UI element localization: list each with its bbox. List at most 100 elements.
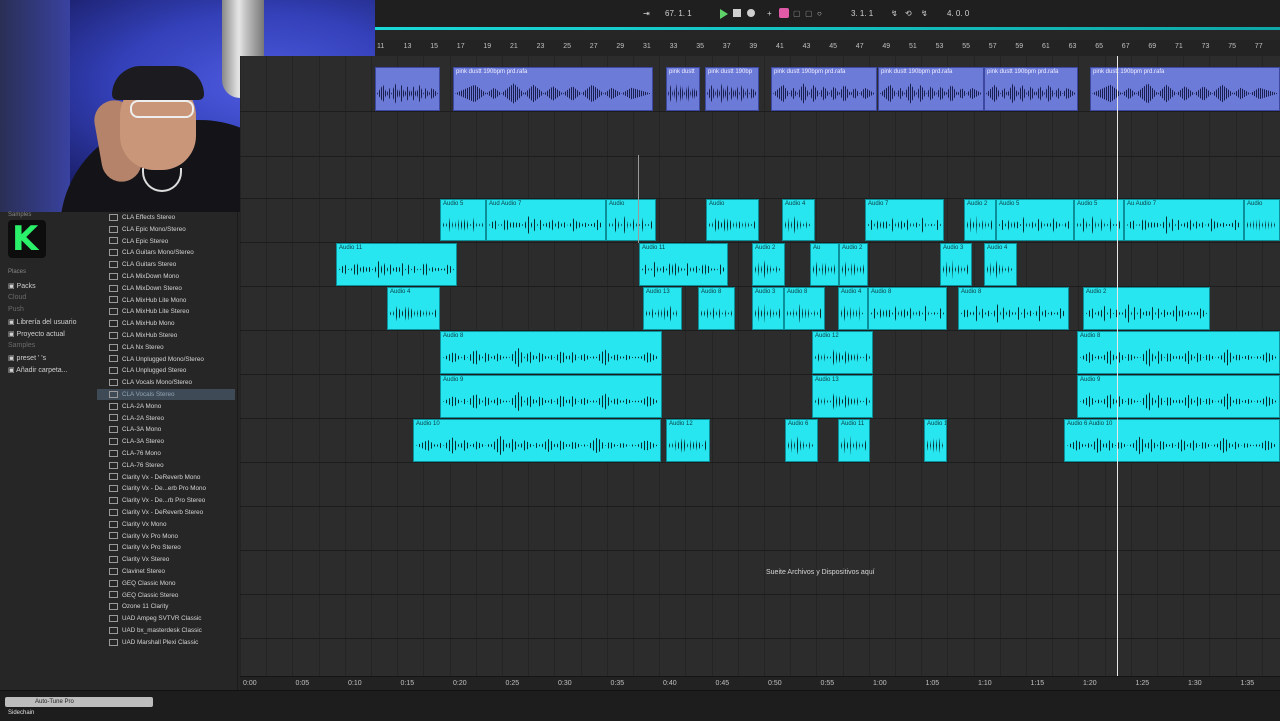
- plugin-item[interactable]: CLA MixDown Stereo: [97, 283, 235, 294]
- arrangement-view[interactable]: Sueite Archivos y Dispositivos aquí pink…: [240, 56, 1280, 676]
- beat-clip[interactable]: pink dustt 190bpm prd.rafa: [984, 67, 1078, 111]
- punch-in-icon[interactable]: ↯: [891, 7, 898, 21]
- audio-clip[interactable]: Audio 7: [865, 199, 944, 241]
- audio-clip[interactable]: Audio 5: [440, 199, 486, 241]
- audio-clip[interactable]: Aud Audio 7: [486, 199, 606, 241]
- place-item[interactable]: ▣ Packs: [8, 282, 36, 290]
- audio-clip[interactable]: Audio 8: [784, 287, 825, 330]
- place-item[interactable]: Cloud: [8, 294, 26, 301]
- place-item[interactable]: ▣ Librería del usuario: [8, 318, 76, 326]
- audio-clip[interactable]: Au Audio 7: [1124, 199, 1244, 241]
- plugin-item[interactable]: Clarity Vx - DeReverb Stereo: [97, 507, 235, 518]
- audio-clip[interactable]: Audio 9: [440, 375, 662, 418]
- audio-clip[interactable]: Audio 8: [698, 287, 735, 330]
- plugin-item[interactable]: CLA Unplugged Stereo: [97, 365, 235, 376]
- audio-clip[interactable]: Audio 4: [782, 199, 815, 241]
- loop-start[interactable]: 3. 1. 1: [851, 7, 873, 21]
- plugin-item[interactable]: CLA MixHub Stereo: [97, 330, 235, 341]
- place-item[interactable]: ▣ preset ' 's: [8, 354, 46, 362]
- plugin-item[interactable]: CLA Unplugged Mono/Stereo: [97, 354, 235, 365]
- punch-out-icon[interactable]: ↯: [921, 7, 928, 21]
- beat-clip[interactable]: pink dustt 190bpm prd.rafa: [453, 67, 653, 111]
- plugin-item[interactable]: UAD Ampeg SVTVR Classic: [97, 613, 235, 624]
- plugin-item[interactable]: Clavinet Stereo: [97, 566, 235, 577]
- place-item[interactable]: Samples: [8, 342, 35, 349]
- audio-clip[interactable]: Audio 8: [958, 287, 1069, 330]
- loop-length[interactable]: 4. 0. 0: [947, 7, 969, 21]
- place-item[interactable]: ▣ Añadir carpeta...: [8, 366, 68, 374]
- audio-clip[interactable]: Audio 4: [838, 287, 868, 330]
- plugin-item[interactable]: CLA Vocals Stereo: [97, 389, 235, 400]
- beat-clip[interactable]: [375, 67, 440, 111]
- plugin-item[interactable]: CLA Guitars Mono/Stereo: [97, 247, 235, 258]
- beat-clip[interactable]: pink dustt 190bp: [705, 67, 759, 111]
- audio-clip[interactable]: Audio 2: [964, 199, 996, 241]
- plugin-item[interactable]: CLA MixDown Mono: [97, 271, 235, 282]
- plugin-item[interactable]: Clarity Vx - DeReverb Mono: [97, 472, 235, 483]
- plugin-item[interactable]: CLA-3A Stereo: [97, 436, 235, 447]
- plugin-item[interactable]: Clarity Vx - De...erb Pro Mono: [97, 483, 235, 494]
- plugin-item[interactable]: Clarity Vx Pro Mono: [97, 531, 235, 542]
- plugin-item[interactable]: CLA Effects Stereo: [97, 212, 235, 223]
- plugin-item[interactable]: CLA MixHub Mono: [97, 318, 235, 329]
- audio-clip[interactable]: Audio: [606, 199, 656, 241]
- plugin-item[interactable]: GEQ Classic Mono: [97, 578, 235, 589]
- overdub-icon[interactable]: +: [767, 7, 772, 21]
- place-item[interactable]: Push: [8, 306, 24, 313]
- audio-clip[interactable]: Audio 2: [752, 243, 785, 286]
- time-ruler[interactable]: 0:00 0:05 0:10 0:15 0:20 0:25 0:30 0:35 0:40 0:45…: [240, 676, 1280, 691]
- audio-clip[interactable]: Audio 6: [785, 419, 818, 462]
- plugin-item[interactable]: CLA-76 Mono: [97, 448, 235, 459]
- audio-clip[interactable]: Audio 3: [752, 287, 784, 330]
- plugin-item[interactable]: GEQ Classic Stereo: [97, 590, 235, 601]
- stop-button[interactable]: [733, 9, 741, 17]
- plugin-item[interactable]: CLA MixHub Lite Stereo: [97, 306, 235, 317]
- beat-clip[interactable]: pink dustt 190bpm prd.rafa: [1090, 67, 1280, 111]
- place-item[interactable]: ▣ Proyecto actual: [8, 330, 65, 338]
- audio-clip[interactable]: Audio 4: [984, 243, 1017, 286]
- beat-clip[interactable]: pink dustt: [666, 67, 700, 111]
- playhead-line[interactable]: [1117, 56, 1118, 676]
- song-position[interactable]: 67. 1. 1: [665, 7, 692, 21]
- session-record-icon[interactable]: ▢: [793, 7, 801, 21]
- audio-clip[interactable]: Audio 12: [812, 331, 873, 374]
- plugin-item[interactable]: Clarity Vx - De...rb Pro Stereo: [97, 495, 235, 506]
- capture-icon[interactable]: ▢: [805, 7, 813, 21]
- audio-clip[interactable]: Audio 4: [387, 287, 440, 330]
- follow-icon[interactable]: ⇥: [643, 7, 650, 21]
- audio-clip[interactable]: Audio 9: [1077, 375, 1280, 418]
- plugin-item[interactable]: CLA Vocals Mono/Stereo: [97, 377, 235, 388]
- audio-clip[interactable]: Audio 13: [812, 375, 873, 418]
- plugin-item[interactable]: CLA MixHub Lite Mono: [97, 295, 235, 306]
- beat-clip[interactable]: pink dustt 190bpm prd.rafa: [878, 67, 984, 111]
- autotune-device[interactable]: Auto-Tune Pro: [5, 697, 153, 707]
- plugin-item[interactable]: UAD Marshall Plexi Classic: [97, 637, 235, 648]
- loop-icon[interactable]: ⟲: [905, 7, 912, 21]
- plugin-item[interactable]: Ozone 11 Clarity: [97, 601, 235, 612]
- plugin-item[interactable]: Clarity Vx Stereo: [97, 554, 235, 565]
- plugin-item[interactable]: Clarity Vx Mono: [97, 519, 235, 530]
- plugin-item[interactable]: CLA-2A Stereo: [97, 413, 235, 424]
- plugin-item[interactable]: CLA Epic Stereo: [97, 236, 235, 247]
- audio-clip[interactable]: Audio 8: [440, 331, 662, 374]
- audio-clip[interactable]: Audio 1: [924, 419, 947, 462]
- audio-clip[interactable]: Audio 11: [639, 243, 728, 286]
- overview-strip[interactable]: [375, 27, 1280, 30]
- plugin-item[interactable]: CLA Nx Stereo: [97, 342, 235, 353]
- audio-clip[interactable]: Audio 2: [839, 243, 868, 286]
- play-button[interactable]: [720, 9, 728, 19]
- plugin-item[interactable]: CLA Guitars Stereo: [97, 259, 235, 270]
- audio-clip[interactable]: Audio: [706, 199, 759, 241]
- plugin-item[interactable]: UAD bx_masterdesk Classic: [97, 625, 235, 636]
- audio-clip[interactable]: Audio 11: [838, 419, 870, 462]
- plugin-item[interactable]: CLA-3A Mono: [97, 424, 235, 435]
- audio-clip[interactable]: Audio 11: [336, 243, 457, 286]
- audio-clip[interactable]: Audio 8: [1077, 331, 1280, 374]
- record-button[interactable]: [747, 9, 755, 17]
- automation-arm-button[interactable]: [779, 8, 789, 18]
- insert-marker[interactable]: [638, 155, 639, 243]
- beat-ruler[interactable]: 11 13 15 17 19 21 23 25 27 29 31 33 35 37 39 41 43 45 47 49…: [375, 40, 1280, 57]
- audio-clip[interactable]: Audio 13: [643, 287, 682, 330]
- audio-clip[interactable]: Au: [810, 243, 839, 286]
- metronome-icon[interactable]: ○: [817, 7, 822, 21]
